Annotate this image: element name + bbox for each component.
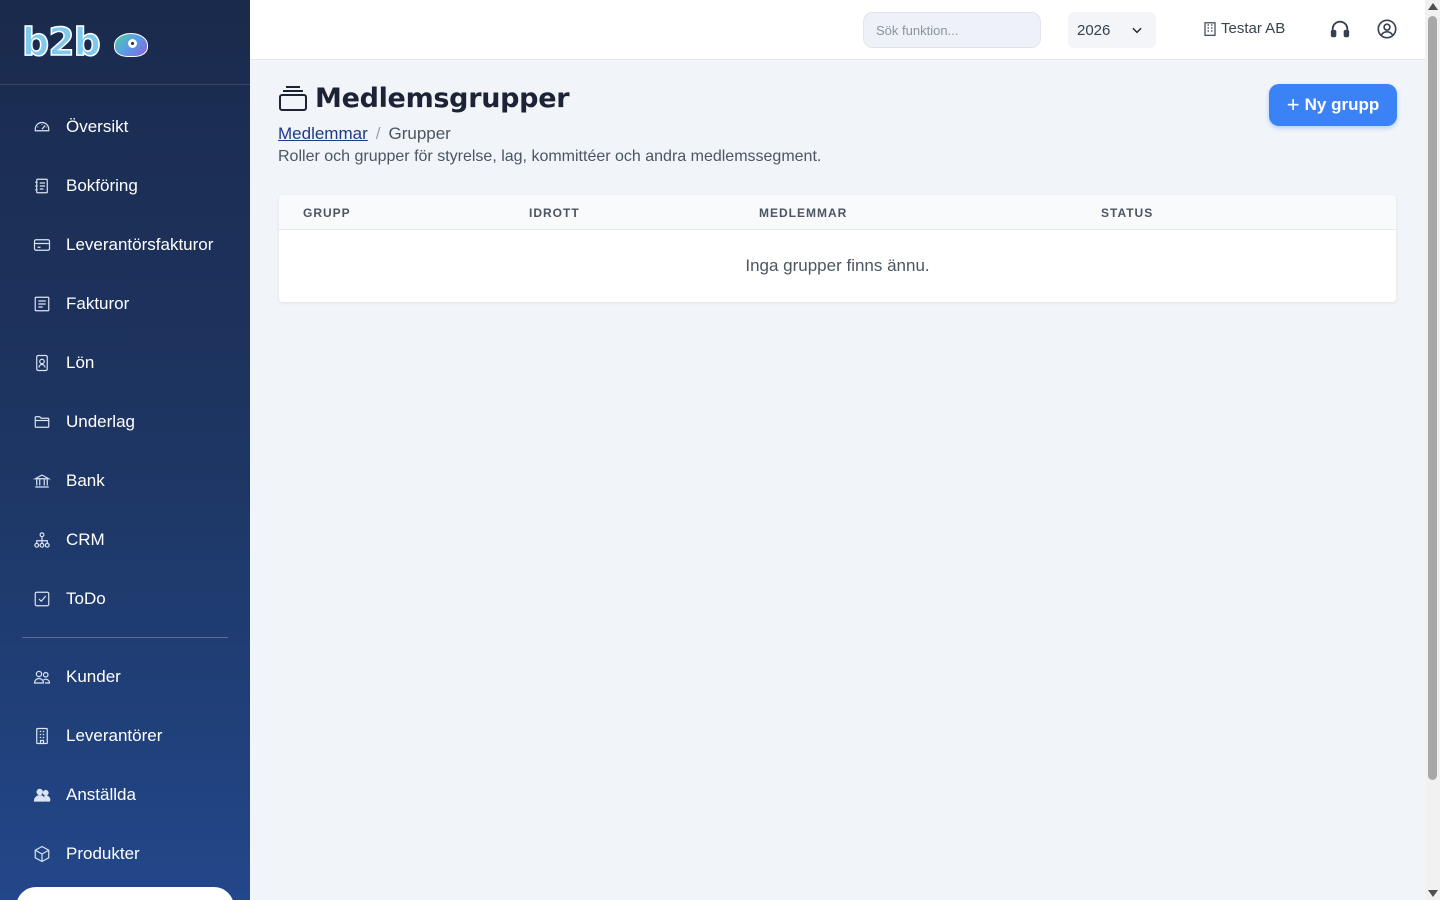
sidebar-item-lon[interactable]: Lön bbox=[0, 333, 250, 392]
empty-state-message: Inga grupper finns ännu. bbox=[745, 256, 930, 275]
sidebar-item-underlag[interactable]: Underlag bbox=[0, 392, 250, 451]
stack-icon bbox=[279, 85, 307, 111]
chevron-down-icon bbox=[1132, 27, 1142, 34]
scroll-up-arrow-icon[interactable] bbox=[1428, 3, 1438, 10]
page-title: Medlemsgrupper bbox=[315, 83, 570, 114]
sidebar-item-label: Underlag bbox=[66, 411, 135, 431]
sidebar-bottom-pill[interactable] bbox=[16, 887, 234, 900]
building-icon bbox=[33, 727, 51, 745]
plus-icon: + bbox=[1286, 92, 1300, 117]
logo-text: b2b bbox=[21, 19, 101, 65]
mascot-eye bbox=[128, 39, 137, 48]
ledger-icon bbox=[33, 177, 51, 195]
sidebar-item-crm[interactable]: CRM bbox=[0, 510, 250, 569]
sidebar-item-oversikt[interactable]: Översikt bbox=[0, 97, 250, 156]
invoice-icon bbox=[33, 295, 51, 313]
sidebar-item-bokforing[interactable]: Bokföring bbox=[0, 156, 250, 215]
search-input[interactable] bbox=[863, 12, 1041, 48]
sidebar-item-label: Bokföring bbox=[66, 175, 138, 195]
gauge-icon bbox=[33, 118, 51, 136]
sidebar-item-label: Produkter bbox=[66, 843, 140, 863]
sidebar-item-fakturor[interactable]: Fakturor bbox=[0, 274, 250, 333]
headset-icon[interactable] bbox=[1329, 18, 1351, 40]
column-header-grupp[interactable]: GRUPP bbox=[303, 206, 351, 220]
sidebar-item-label: Leverantörer bbox=[66, 725, 163, 745]
sidebar-item-label: CRM bbox=[66, 529, 105, 549]
sidebar-item-label: Anställda bbox=[66, 784, 136, 804]
sidebar-item-leverantorer[interactable]: Leverantörer bbox=[0, 706, 250, 765]
new-group-button[interactable]: + Ny grupp bbox=[1269, 84, 1397, 126]
logo-area: b2b bbox=[0, 0, 250, 85]
sidebar-item-anstallda[interactable]: Anställda bbox=[0, 765, 250, 824]
logo[interactable]: b2b bbox=[21, 19, 150, 65]
groups-table: GRUPP IDROTT MEDLEMMAR STATUS Inga grupp… bbox=[279, 195, 1396, 302]
sidebar: b2b Översikt Bokföring Leverantörsfaktur… bbox=[0, 0, 250, 900]
page-subtitle: Roller och grupper för styrelse, lag, ko… bbox=[278, 148, 822, 165]
page-header: Medlemsgrupper bbox=[278, 83, 570, 114]
breadcrumb: Medlemmar / Grupper bbox=[278, 124, 451, 144]
year-value: 2026 bbox=[1077, 21, 1111, 39]
page-scrollbar[interactable] bbox=[1425, 0, 1440, 900]
network-icon bbox=[33, 531, 51, 549]
user-account-icon[interactable] bbox=[1376, 18, 1398, 40]
scroll-thumb[interactable] bbox=[1428, 16, 1437, 780]
table-header: GRUPP IDROTT MEDLEMMAR STATUS bbox=[279, 195, 1396, 230]
new-group-label: Ny grupp bbox=[1304, 95, 1380, 114]
column-header-idrott[interactable]: IDROTT bbox=[529, 206, 580, 220]
sidebar-nav: Översikt Bokföring Leverantörsfakturor F… bbox=[0, 85, 250, 883]
people-icon bbox=[33, 786, 51, 804]
sidebar-item-todo[interactable]: ToDo bbox=[0, 569, 250, 628]
sidebar-item-kunder[interactable]: Kunder bbox=[0, 647, 250, 706]
year-select[interactable]: 2026 bbox=[1068, 12, 1156, 48]
credit-card-icon bbox=[33, 236, 51, 254]
bank-icon bbox=[33, 472, 51, 490]
company-name: Testar AB bbox=[1221, 20, 1286, 37]
sidebar-item-label: Fakturor bbox=[66, 293, 130, 313]
sidebar-item-bank[interactable]: Bank bbox=[0, 451, 250, 510]
checkbox-icon bbox=[33, 590, 51, 608]
building-icon bbox=[1204, 21, 1216, 36]
breadcrumb-current: Grupper bbox=[388, 124, 451, 143]
sidebar-item-label: Kunder bbox=[66, 666, 121, 686]
column-header-status[interactable]: STATUS bbox=[1101, 206, 1153, 220]
sidebar-item-label: Bank bbox=[66, 470, 105, 490]
breadcrumb-link-medlemmar[interactable]: Medlemmar bbox=[278, 124, 368, 144]
folder-icon bbox=[33, 413, 51, 431]
box-icon bbox=[33, 845, 51, 863]
sidebar-item-label: Lön bbox=[66, 352, 95, 372]
breadcrumb-separator: / bbox=[375, 124, 381, 143]
company-switcher[interactable]: Testar AB bbox=[1204, 20, 1285, 37]
topbar: 2026 Testar AB bbox=[250, 0, 1425, 60]
sidebar-item-leverantorsfakturor[interactable]: Leverantörsfakturor bbox=[0, 215, 250, 274]
sidebar-item-label: Leverantörsfakturor bbox=[66, 234, 214, 254]
users-icon bbox=[33, 668, 51, 686]
sidebar-item-produkter[interactable]: Produkter bbox=[0, 824, 250, 883]
sidebar-item-label: Översikt bbox=[66, 116, 129, 136]
sidebar-divider bbox=[22, 637, 228, 638]
sidebar-item-label: ToDo bbox=[66, 588, 106, 608]
badge-icon bbox=[33, 354, 51, 372]
column-header-medlemmar[interactable]: MEDLEMMAR bbox=[759, 206, 847, 220]
scroll-down-arrow-icon[interactable] bbox=[1428, 890, 1438, 897]
